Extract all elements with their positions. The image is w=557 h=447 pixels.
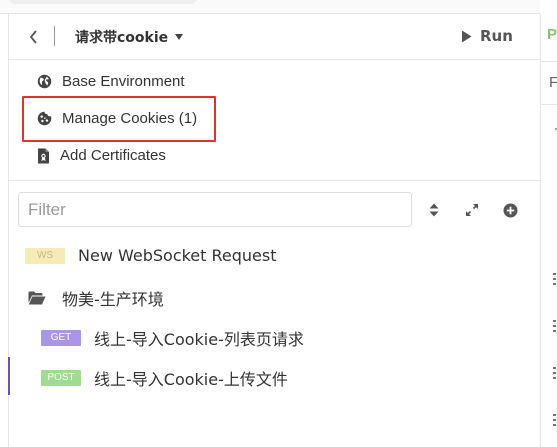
request-label-post: 线上-导入Cookie-上传文件 xyxy=(94,370,288,389)
base-environment-label: Base Environment xyxy=(62,73,185,90)
tab-hint xyxy=(8,0,198,4)
right-panel-tab[interactable]: P xyxy=(547,26,557,43)
ws-request-item[interactable]: WS New WebSocket Request xyxy=(25,246,277,265)
active-indicator xyxy=(8,357,10,395)
method-badge-post: POST xyxy=(41,370,81,386)
ws-request-label: New WebSocket Request xyxy=(78,246,277,265)
workspace-menu: Base Environment Manage Cookies (1) Add … xyxy=(9,61,540,181)
add-item-button[interactable] xyxy=(500,200,520,220)
request-item-post[interactable]: POST 线上-导入Cookie-上传文件 xyxy=(41,366,288,390)
workspace-title: 请求带cookie xyxy=(75,30,169,46)
method-badge-get: GET xyxy=(41,330,81,346)
request-label-get: 线上-导入Cookie-列表页请求 xyxy=(94,330,304,349)
method-badge-ws: WS xyxy=(25,247,65,264)
add-certificates-item[interactable]: Add Certificates xyxy=(37,147,166,164)
run-label: Run xyxy=(480,27,513,45)
top-tab-strip xyxy=(0,0,540,14)
drag-handle-icon[interactable] xyxy=(553,273,557,285)
highlight-box xyxy=(22,96,216,142)
add-certificates-label: Add Certificates xyxy=(60,147,166,164)
folder-label: 物美-生产环境 xyxy=(62,290,164,309)
drag-handle-icon[interactable] xyxy=(553,367,557,379)
plus-circle-icon xyxy=(503,203,517,217)
filter-input[interactable] xyxy=(18,192,412,227)
folder-open-icon xyxy=(28,291,46,305)
drag-handle-icon[interactable] xyxy=(553,320,557,332)
pane-divider[interactable] xyxy=(540,14,541,447)
request-item-get[interactable]: GET 线上-导入Cookie-列表页请求 xyxy=(41,326,304,350)
expand-all-button[interactable] xyxy=(462,200,482,220)
right-panel-divider xyxy=(541,61,557,62)
play-icon xyxy=(462,30,472,42)
folder-item[interactable]: 物美-生产环境 xyxy=(28,286,164,310)
right-panel-subtab[interactable]: F xyxy=(549,74,557,91)
chevron-left-icon xyxy=(29,30,37,44)
sort-icon xyxy=(429,203,439,217)
sort-button[interactable] xyxy=(424,200,444,220)
sidebar-header: 请求带cookie Run xyxy=(9,14,540,60)
base-environment-item[interactable]: Base Environment xyxy=(37,73,185,90)
certificate-icon xyxy=(38,148,49,163)
caret-down-icon xyxy=(175,34,184,40)
globe-icon xyxy=(37,74,52,89)
workspace-dropdown[interactable]: 请求带cookie xyxy=(75,27,184,47)
back-button[interactable] xyxy=(26,28,40,46)
run-button[interactable]: Run xyxy=(461,27,513,45)
header-separator xyxy=(54,26,55,46)
expand-icon xyxy=(466,204,478,216)
drag-handle-icon[interactable] xyxy=(553,414,557,426)
right-panel-divider-2 xyxy=(541,104,557,105)
